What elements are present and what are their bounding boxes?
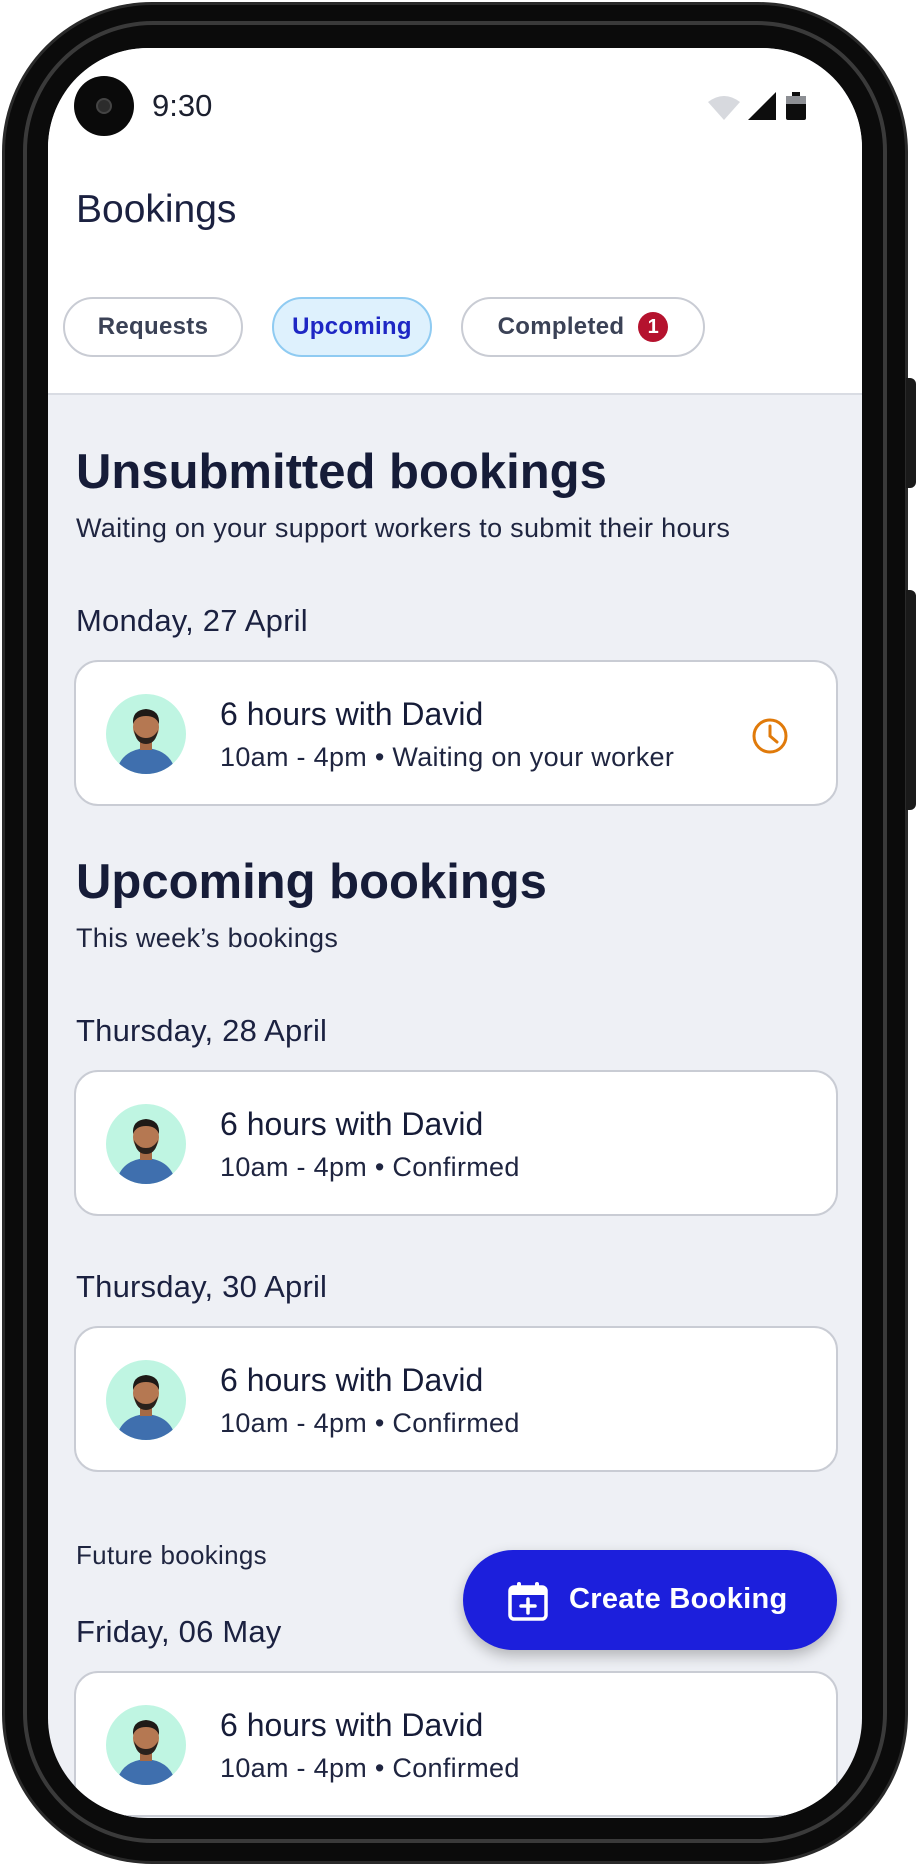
- clock-icon: [752, 718, 788, 754]
- app-screen: 9:30 Bookings Requests Upcoming Complete…: [48, 48, 862, 1818]
- status-time: 9:30: [152, 88, 213, 123]
- tab-completed[interactable]: Completed 1: [461, 297, 705, 357]
- date-heading: Thursday, 28 April: [76, 1013, 328, 1048]
- phone-side-button: [906, 378, 916, 488]
- unsubmitted-subheading: Waiting on your support workers to submi…: [76, 513, 731, 543]
- booking-title: 6 hours with David: [220, 1362, 484, 1398]
- booking-title: 6 hours with David: [220, 1106, 484, 1142]
- phone-volume-button: [906, 590, 916, 810]
- calendar-plus-icon: [508, 1582, 548, 1621]
- future-bookings-label: Future bookings: [76, 1540, 267, 1570]
- booking-card[interactable]: 6 hours with David 10am - 4pm • Confirme…: [74, 1326, 838, 1472]
- unsubmitted-heading: Unsubmitted bookings: [76, 445, 607, 499]
- camera-cutout: [74, 76, 134, 136]
- avatar: [106, 1360, 186, 1440]
- booking-detail: 10am - 4pm • Waiting on your worker: [220, 742, 675, 772]
- wifi-icon: [708, 96, 740, 120]
- notification-badge: 1: [638, 312, 669, 342]
- tab-requests[interactable]: Requests: [63, 297, 243, 357]
- create-booking-label: Create Booking: [569, 1583, 788, 1615]
- booking-detail: 10am - 4pm • Confirmed: [220, 1152, 520, 1182]
- signal-icon: [748, 92, 776, 120]
- date-heading: Friday, 06 May: [76, 1614, 282, 1649]
- booking-card[interactable]: 6 hours with David 10am - 4pm • Waiting …: [74, 660, 838, 806]
- tab-requests-label: Requests: [97, 313, 209, 340]
- avatar: [106, 1104, 186, 1184]
- tab-upcoming-label: Upcoming: [292, 313, 412, 340]
- date-heading: Monday, 27 April: [76, 603, 308, 638]
- avatar: [106, 1705, 186, 1785]
- date-heading: Thursday, 30 April: [76, 1269, 328, 1304]
- booking-title: 6 hours with David: [220, 696, 484, 732]
- create-booking-button[interactable]: Create Booking: [463, 1550, 837, 1650]
- booking-detail: 10am - 4pm • Confirmed: [220, 1408, 520, 1438]
- booking-card[interactable]: 6 hours with David 10am - 4pm • Confirme…: [74, 1671, 838, 1817]
- page-title: Bookings: [76, 188, 237, 231]
- avatar: [106, 694, 186, 774]
- booking-title: 6 hours with David: [220, 1707, 484, 1743]
- tab-completed-label: Completed: [497, 313, 625, 340]
- booking-card[interactable]: 6 hours with David 10am - 4pm • Confirme…: [74, 1070, 838, 1216]
- upcoming-heading: Upcoming bookings: [76, 855, 547, 909]
- status-icons: [708, 92, 806, 120]
- phone-frame: 9:30 Bookings Requests Upcoming Complete…: [0, 0, 916, 1868]
- battery-icon: [786, 92, 806, 120]
- tab-upcoming[interactable]: Upcoming: [272, 297, 432, 357]
- booking-detail: 10am - 4pm • Confirmed: [220, 1753, 520, 1783]
- upcoming-subheading: This week’s bookings: [76, 923, 339, 953]
- app-header: 9:30 Bookings Requests Upcoming Complete…: [48, 48, 862, 395]
